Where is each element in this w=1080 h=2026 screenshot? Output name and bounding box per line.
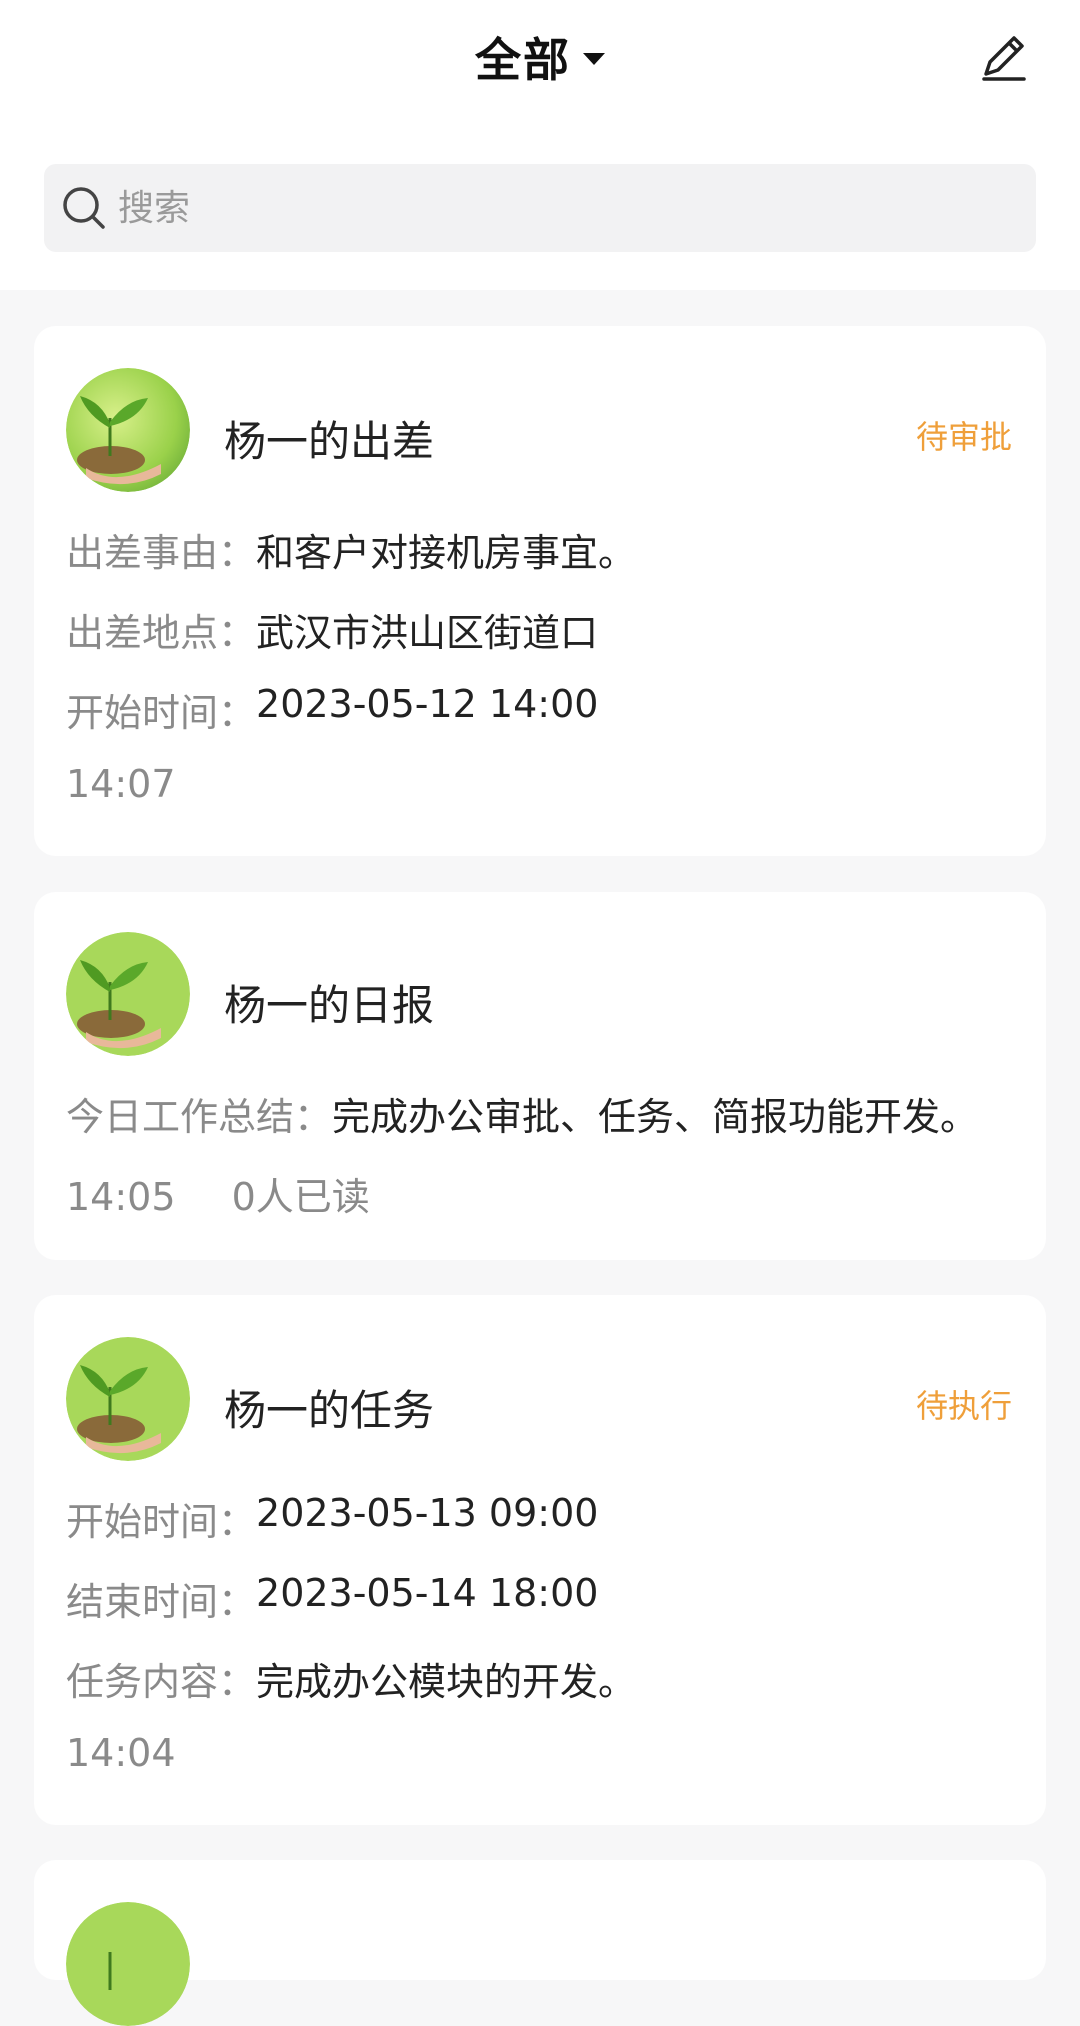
timestamp: 14:05 xyxy=(66,1175,176,1219)
field-row: 出差地点： 武汉市洪山区街道口 xyxy=(66,602,598,657)
field-value: 2023-05-12 14:00 xyxy=(256,682,599,726)
top-bar: 全部 xyxy=(0,0,1080,290)
field-label: 开始时间： xyxy=(66,1500,257,1544)
field-row: 出差事由： 和客户对接机房事宜。 xyxy=(66,522,636,577)
card-meta: 14:05 0人已读 xyxy=(66,1166,370,1221)
field-value: 2023-05-14 18:00 xyxy=(256,1571,599,1615)
field-row: 任务内容： 完成办公模块的开发。 xyxy=(66,1651,636,1706)
caret-down-icon xyxy=(583,53,605,65)
card-title: 杨一的任务 xyxy=(224,1386,435,1435)
status-badge: 待执行 xyxy=(915,1387,1012,1425)
filter-dropdown[interactable]: 全部 xyxy=(0,22,1080,92)
field-label: 出差地点： xyxy=(66,611,257,655)
status-badge: 待审批 xyxy=(915,418,1012,456)
read-count: 0人已读 xyxy=(231,1175,370,1219)
field-label: 结束时间： xyxy=(66,1580,257,1624)
card-meta: 14:07 xyxy=(66,762,176,806)
field-row: 开始时间： 2023-05-12 14:00 xyxy=(66,682,598,737)
field-label: 出差事由： xyxy=(66,531,257,575)
daily-report-card[interactable]: 杨一的日报 今日工作总结： 完成办公审批、任务、简报功能开发。 14:05 0人… xyxy=(34,892,1046,1260)
field-label: 今日工作总结： xyxy=(66,1095,333,1139)
field-row: 开始时间： 2023-05-13 09:00 xyxy=(66,1491,598,1546)
timestamp: 14:07 xyxy=(66,762,176,806)
search-bar[interactable] xyxy=(44,164,1036,252)
search-icon xyxy=(63,187,105,229)
field-row: 今日工作总结： 完成办公审批、任务、简报功能开发。 xyxy=(66,1086,978,1141)
field-value: 武汉市洪山区街道口 xyxy=(256,611,599,655)
field-label: 任务内容： xyxy=(66,1660,257,1704)
field-value: 完成办公模块的开发。 xyxy=(256,1660,637,1704)
task-card[interactable]: 杨一的任务 待执行 开始时间： 2023-05-13 09:00 结束时间： 2… xyxy=(34,1295,1046,1825)
timestamp: 14:04 xyxy=(66,1731,176,1775)
approval-card-trip[interactable]: 杨一的出差 待审批 出差事由： 和客户对接机房事宜。 出差地点： 武汉市洪山区街… xyxy=(34,326,1046,856)
field-value: 完成办公审批、任务、简报功能开发。 xyxy=(332,1095,979,1139)
avatar xyxy=(66,368,190,492)
edit-pencil-icon xyxy=(982,36,1026,81)
field-label: 开始时间： xyxy=(66,691,257,735)
card-title: 杨一的出差 xyxy=(224,417,435,466)
edit-button[interactable] xyxy=(976,30,1030,84)
page-title: 全部 xyxy=(475,33,571,87)
avatar xyxy=(66,932,190,1056)
avatar xyxy=(66,1902,190,2026)
card-meta: 14:04 xyxy=(66,1731,176,1775)
list-item-partial[interactable] xyxy=(34,1860,1046,2026)
card-title: 杨一的日报 xyxy=(224,981,435,1030)
field-row: 结束时间： 2023-05-14 18:00 xyxy=(66,1571,598,1626)
search-input[interactable] xyxy=(118,187,998,229)
field-value: 和客户对接机房事宜。 xyxy=(256,531,637,575)
field-value: 2023-05-13 09:00 xyxy=(256,1491,599,1535)
avatar xyxy=(66,1337,190,1461)
